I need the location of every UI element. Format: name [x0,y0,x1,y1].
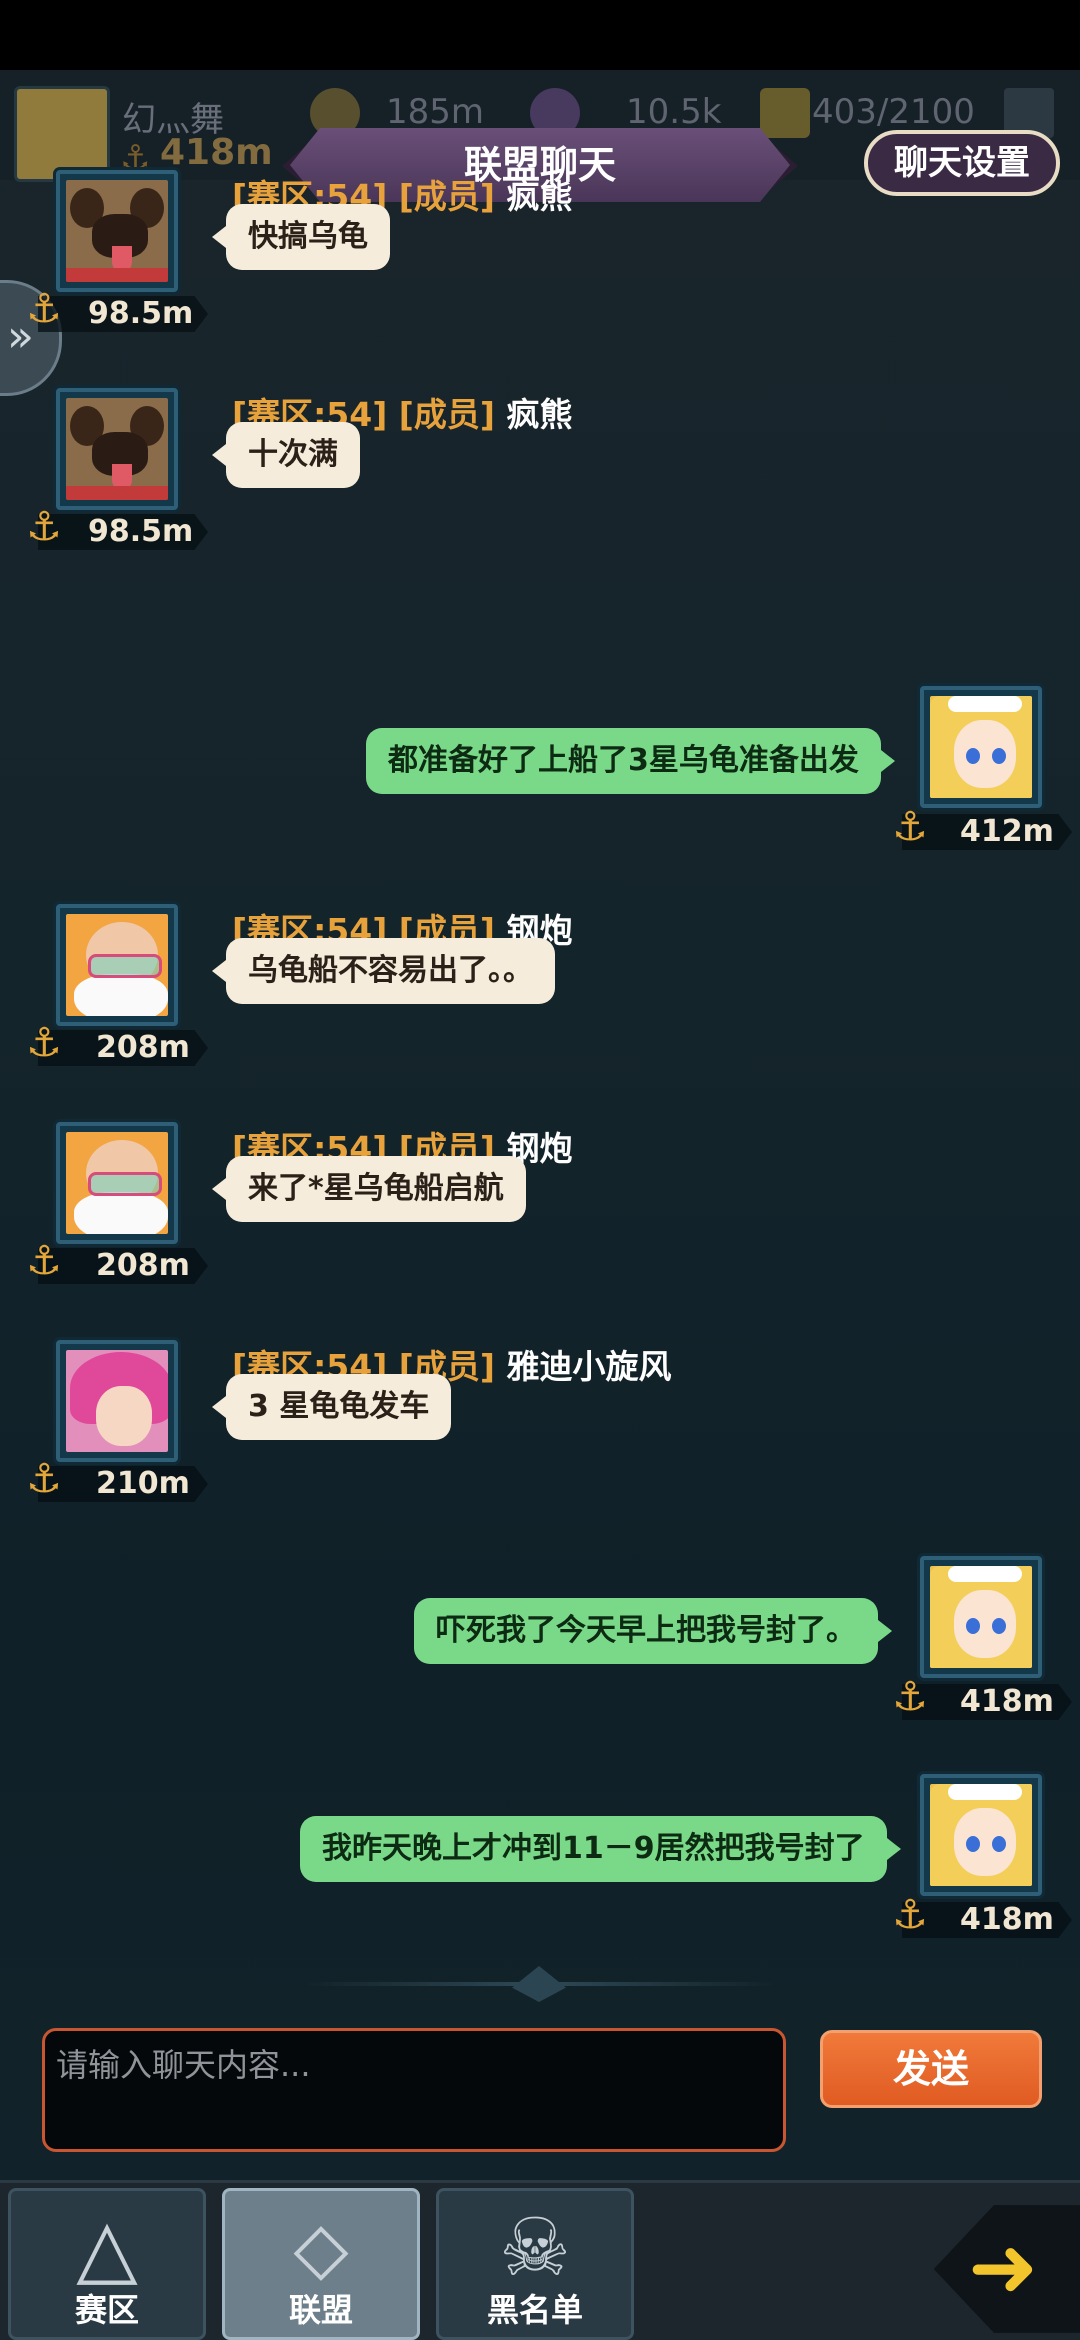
gem-amount: 10.5k [626,92,722,132]
player-avatar[interactable] [14,86,110,182]
avatar[interactable] [920,1774,1042,1896]
coin-amount: 185m [386,92,485,132]
arrow-right-icon: ➜ [968,2218,1039,2316]
divider-ornament-icon [512,1966,566,2002]
tab-label: 黑名单 [486,2291,583,2329]
anchor-icon: ⚓ [892,1892,928,1938]
anchor-icon: ⚓ [892,804,928,850]
avatar[interactable] [56,1122,178,1244]
tab-label: 联盟 [288,2291,353,2329]
message-bubble[interactable]: 十次满 [212,422,360,488]
message-bubble[interactable]: 快搞乌龟 [212,204,390,270]
distance-value: 418m [960,1684,1054,1719]
message-bubble[interactable]: 来了*星乌龟船启航 [212,1156,526,1222]
distance-value: 412m [960,814,1054,849]
tab-label: 赛区 [74,2291,139,2329]
anchor-icon: ⚓ [26,1238,62,1284]
avatar[interactable] [56,904,178,1026]
message-bubble[interactable]: 3 星龟龟发车 [211,1374,452,1440]
send-button[interactable]: 发送 [820,2030,1042,2108]
triangle-emblem-icon: △ [76,2201,138,2294]
chat-screen: 幻灬舞 ⚓ 418m 185m 10.5k 403/2100 联盟聊天 聊天设置… [0,70,1080,2340]
distance-value: 210m [96,1466,190,1501]
sender-name: 疯熊 [506,395,573,434]
message-bubble[interactable]: 我昨天晚上才冲到11－9居然把我号封了 [300,1816,901,1882]
anchor-icon: ⚓ [892,1674,928,1720]
banner-icon: ⬦ [293,2201,349,2294]
avatar[interactable] [920,686,1042,808]
avatar[interactable] [56,170,178,292]
avatar[interactable] [920,1556,1042,1678]
chat-settings-button[interactable]: 聊天设置 [864,130,1060,196]
distance-value: 98.5m [88,296,194,331]
message-bubble[interactable]: 乌龟船不容易出了。。 [212,938,555,1004]
distance-value: 208m [96,1248,190,1283]
energy-amount: 403/2100 [812,92,975,132]
sender-name: 雅迪小旋风 [506,1347,672,1386]
distance-value: 98.5m [88,514,194,549]
player-anchor-value: 418m [160,132,273,173]
chat-input-placeholder[interactable]: 请输入聊天内容... [56,2040,311,2086]
distance-value: 208m [96,1030,190,1065]
tab-alliance[interactable]: ⬦ 联盟 [222,2188,420,2340]
message-bubble[interactable]: 都准备好了上船了3星乌龟准备出发 [366,728,895,794]
anchor-icon: ⚓ [26,286,62,332]
tab-server[interactable]: △ 赛区 [8,2188,206,2340]
tab-blacklist[interactable]: ☠ 黑名单 [436,2188,634,2340]
anchor-icon: ⚓ [26,1456,62,1502]
avatar[interactable] [56,1340,178,1462]
avatar[interactable] [56,388,178,510]
anchor-icon: ⚓ [26,504,62,550]
anchor-icon: ⚓ [26,1020,62,1066]
skull-icon: ☠ [499,2201,571,2294]
message-bubble[interactable]: 吓死我了今天早上把我号封了。 [414,1598,892,1664]
sender-name: 疯熊 [506,177,573,216]
distance-value: 418m [960,1902,1054,1937]
